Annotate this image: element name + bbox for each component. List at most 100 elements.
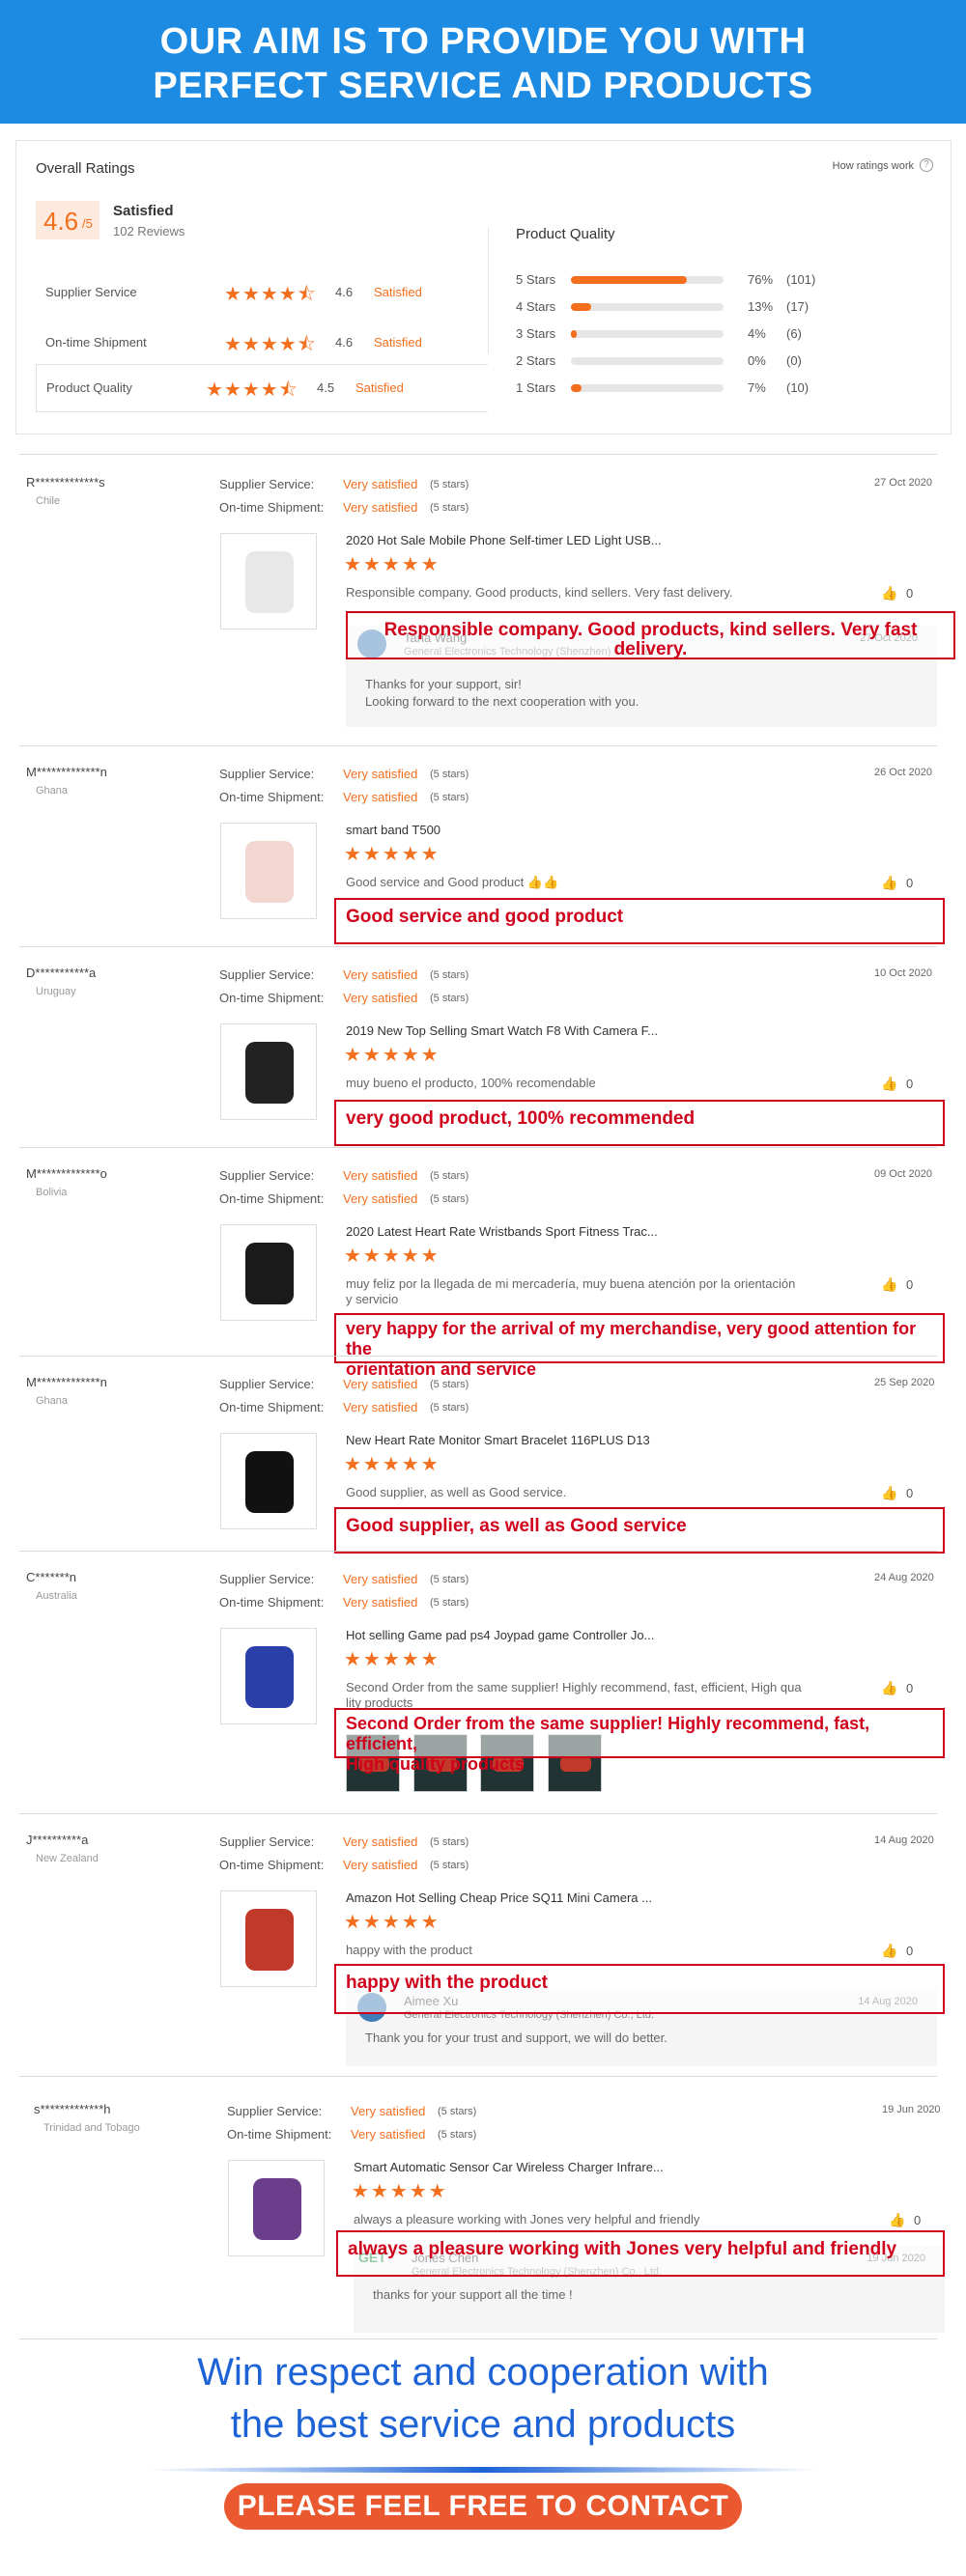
ontime-shipment-value: Very satisfied bbox=[343, 1858, 418, 1872]
product-thumbnail[interactable] bbox=[220, 823, 317, 919]
quality-row-percent: 7% bbox=[748, 380, 766, 395]
rating-row-stars: ★★★★⯪ bbox=[206, 379, 298, 401]
product-thumbnail[interactable] bbox=[220, 1628, 317, 1724]
translation-highlight: very good product, 100% recommended bbox=[334, 1100, 945, 1146]
reviewer-country: Australia bbox=[36, 1590, 77, 1602]
how-ratings-work-link[interactable]: How ratings work bbox=[833, 160, 914, 172]
like-count: 0 bbox=[906, 1077, 914, 1091]
quality-row: 2 Stars 0% (0) bbox=[516, 352, 922, 370]
supplier-service-label: Supplier Service: bbox=[219, 967, 315, 982]
product-thumbnail[interactable] bbox=[220, 1890, 317, 1987]
thumbs-up-icon[interactable]: 👍 bbox=[881, 1276, 897, 1293]
rating-row-label: On-time Shipment bbox=[45, 335, 147, 350]
quality-row-count: (101) bbox=[786, 272, 816, 287]
product-title[interactable]: Hot selling Game pad ps4 Joypad game Con… bbox=[346, 1628, 654, 1642]
reviewer-name: J**********a bbox=[26, 1833, 89, 1847]
quality-bar bbox=[571, 357, 724, 365]
product-title[interactable]: 2019 New Top Selling Smart Watch F8 With… bbox=[346, 1023, 658, 1038]
overall-ratings-title: Overall Ratings bbox=[36, 160, 135, 177]
ontime-shipment-stars: (5 stars) bbox=[430, 792, 469, 803]
translation-text-line-2: orientation and service bbox=[346, 1359, 537, 1379]
product-image-shape bbox=[253, 2178, 301, 2240]
quality-row-percent: 0% bbox=[748, 353, 766, 368]
reviewer-name: D***********a bbox=[26, 966, 97, 980]
product-thumbnail[interactable] bbox=[228, 2160, 325, 2256]
rating-row-supplier-service: Supplier Service ★★★★⯪ 4.6 Satisfied bbox=[36, 273, 488, 312]
quality-row-label: 2 Stars bbox=[516, 353, 556, 368]
ontime-shipment-stars: (5 stars) bbox=[430, 1402, 469, 1414]
ontime-shipment-stars: (5 stars) bbox=[430, 1597, 469, 1609]
review-stars: ★★★★★ bbox=[344, 1912, 440, 1933]
reply-message-line-2: Looking forward to the next cooperation … bbox=[365, 694, 639, 709]
thumbs-up-icon[interactable]: 👍 bbox=[881, 1943, 897, 1959]
thumbs-up-icon[interactable]: 👍 bbox=[881, 1485, 897, 1501]
footer-slogan: Win respect and cooperation with the bes… bbox=[0, 2346, 966, 2450]
rating-row-stars: ★★★★⯪ bbox=[224, 334, 317, 355]
product-image-shape bbox=[245, 1909, 294, 1971]
product-title[interactable]: 2020 Hot Sale Mobile Phone Self-timer LE… bbox=[346, 533, 662, 547]
translation-text-line-1: Second Order from the same supplier! Hig… bbox=[346, 1714, 870, 1753]
rating-row-status: Satisfied bbox=[374, 285, 422, 299]
reviewer-country: Chile bbox=[36, 495, 61, 507]
review-stars: ★★★★★ bbox=[344, 1454, 440, 1475]
thumbs-up-icon[interactable]: 👍 bbox=[889, 2212, 905, 2228]
translation-highlight: always a pleasure working with Jones ver… bbox=[336, 2230, 945, 2277]
product-image-shape bbox=[245, 1646, 294, 1708]
overall-ratings-panel: Overall Ratings How ratings work ? 4.6 /… bbox=[15, 140, 952, 434]
product-title[interactable]: Smart Automatic Sensor Car Wireless Char… bbox=[354, 2160, 664, 2174]
product-thumbnail[interactable] bbox=[220, 533, 317, 630]
thumbs-up-icon[interactable]: 👍 bbox=[881, 585, 897, 602]
quality-row: 1 Stars 7% (10) bbox=[516, 379, 922, 397]
product-thumbnail[interactable] bbox=[220, 1023, 317, 1120]
quality-bar bbox=[571, 330, 724, 338]
review-comment: Responsible company. Good products, kind… bbox=[346, 585, 733, 600]
info-icon[interactable]: ? bbox=[920, 158, 933, 172]
like-count: 0 bbox=[906, 876, 914, 890]
supplier-service-stars: (5 stars) bbox=[430, 969, 469, 981]
ontime-shipment-stars: (5 stars) bbox=[438, 2129, 477, 2141]
translation-text: always a pleasure working with Jones ver… bbox=[348, 2239, 897, 2259]
panel-divider bbox=[488, 228, 489, 353]
supplier-service-label: Supplier Service: bbox=[219, 1168, 315, 1183]
reviewer-name: s*************h bbox=[34, 2102, 111, 2116]
translation-highlight: happy with the product bbox=[334, 1964, 945, 2014]
supplier-service-stars: (5 stars) bbox=[430, 769, 469, 780]
review-date: 14 Aug 2020 bbox=[874, 1834, 934, 1846]
reviewer-name: M*************n bbox=[26, 1375, 107, 1389]
review-stars: ★★★★★ bbox=[344, 1649, 440, 1670]
product-title[interactable]: New Heart Rate Monitor Smart Bracelet 11… bbox=[346, 1433, 650, 1447]
review-comment-line-2: y servicio bbox=[346, 1292, 399, 1306]
review-count: 102 Reviews bbox=[113, 224, 185, 238]
product-title[interactable]: smart band T500 bbox=[346, 823, 440, 837]
rating-row-product-quality[interactable]: Product Quality ★★★★⯪ 4.5 Satisfied bbox=[36, 364, 488, 412]
footer-line-2: the best service and products bbox=[230, 2403, 736, 2446]
product-thumbnail[interactable] bbox=[220, 1433, 317, 1529]
rating-row-stars: ★★★★⯪ bbox=[224, 284, 317, 305]
quality-row-label: 3 Stars bbox=[516, 326, 556, 341]
like-count: 0 bbox=[906, 1277, 914, 1292]
quality-bar bbox=[571, 384, 724, 392]
supplier-service-label: Supplier Service: bbox=[227, 2104, 323, 2118]
thumbs-up-icon[interactable]: 👍 bbox=[881, 1680, 897, 1696]
rating-row-value: 4.6 bbox=[335, 335, 354, 350]
translation-text-line-2: High quality products bbox=[346, 1754, 526, 1774]
product-title[interactable]: Amazon Hot Selling Cheap Price SQ11 Mini… bbox=[346, 1890, 652, 1905]
rating-row-label: Product Quality bbox=[46, 380, 132, 395]
supplier-service-value: Very satisfied bbox=[343, 1168, 418, 1183]
quality-row-percent: 76% bbox=[748, 272, 774, 287]
supplier-service-value: Very satisfied bbox=[343, 477, 418, 491]
supplier-service-label: Supplier Service: bbox=[219, 1377, 315, 1391]
review-comment-line-1: Second Order from the same supplier! Hig… bbox=[346, 1680, 802, 1694]
thumbs-up-icon[interactable]: 👍 bbox=[881, 875, 897, 891]
ontime-shipment-value: Very satisfied bbox=[343, 1400, 418, 1414]
overall-status: Satisfied bbox=[113, 203, 174, 219]
product-title[interactable]: 2020 Latest Heart Rate Wristbands Sport … bbox=[346, 1224, 658, 1239]
thumbs-up-icon[interactable]: 👍 bbox=[881, 1076, 897, 1092]
footer-swoosh bbox=[145, 2467, 821, 2473]
like-count: 0 bbox=[906, 1944, 914, 1958]
translation-highlight: Second Order from the same supplier! Hig… bbox=[334, 1708, 945, 1774]
ontime-shipment-label: On-time Shipment: bbox=[219, 991, 325, 1005]
contact-us-button[interactable]: PLEASE FEEL FREE TO CONTACT US bbox=[224, 2483, 742, 2568]
quality-row-count: (0) bbox=[786, 353, 802, 368]
product-thumbnail[interactable] bbox=[220, 1224, 317, 1321]
